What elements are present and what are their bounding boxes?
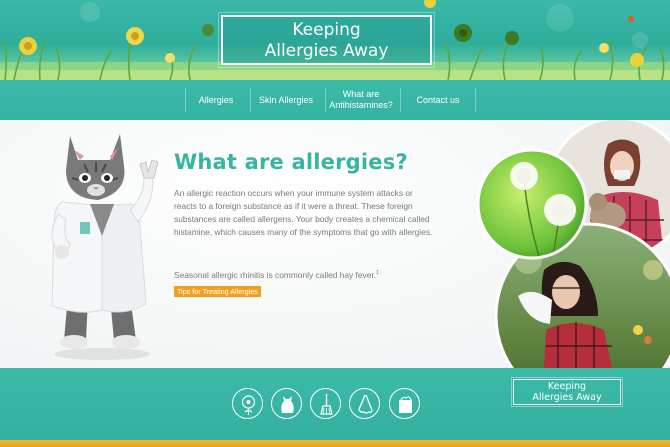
footnote-ref[interactable]: 1 [376,270,379,276]
photo-collage [476,120,670,368]
nav-divider [325,88,326,112]
sponge-icon[interactable] [389,388,420,419]
nav-divider [400,88,401,112]
nav-item-antihistamines[interactable]: What are Antihistamines? [329,80,393,120]
hay-fever-paragraph: Seasonal allergic rhinitis is commonly c… [174,267,434,281]
page-title: What are allergies? [174,150,408,174]
footer-accent-strip [0,440,670,447]
nav-divider [185,88,186,112]
logo-line-1: Keeping [292,20,361,40]
header-banner: Keeping Allergies Away [0,0,670,80]
hay-fever-text: Seasonal allergic rhinitis is commonly c… [174,269,377,280]
cat-doctor-mascot [51,134,159,360]
cat-icon[interactable] [271,388,302,419]
footer-logo[interactable]: Keeping Allergies Away [511,377,623,407]
site-logo[interactable]: Keeping Allergies Away [218,12,435,68]
dandelion-icon[interactable] [232,388,263,419]
nav-item-skin-allergies[interactable]: Skin Allergies [253,80,319,120]
logo-line-2: Allergies Away [264,41,389,61]
footer-logo-line-2: Allergies Away [532,392,602,403]
nose-icon[interactable] [349,388,380,419]
nav-item-allergies[interactable]: Allergies [188,80,244,120]
footer: Keeping Allergies Away [0,368,670,440]
tips-for-treating-allergies-button[interactable]: Tips for Treating Allergies [174,286,261,297]
dust-broom-icon[interactable] [310,388,341,419]
intro-paragraph: An allergic reaction occurs when your im… [174,188,433,237]
footer-logo-line-1: Keeping [547,381,587,392]
main-content: What are allergies? An allergic reaction… [0,120,670,368]
nav-divider [475,88,476,112]
main-nav: Allergies Skin Allergies What are Antihi… [0,80,670,120]
nav-item-contact-us[interactable]: Contact us [406,80,470,120]
nav-divider [250,88,251,112]
